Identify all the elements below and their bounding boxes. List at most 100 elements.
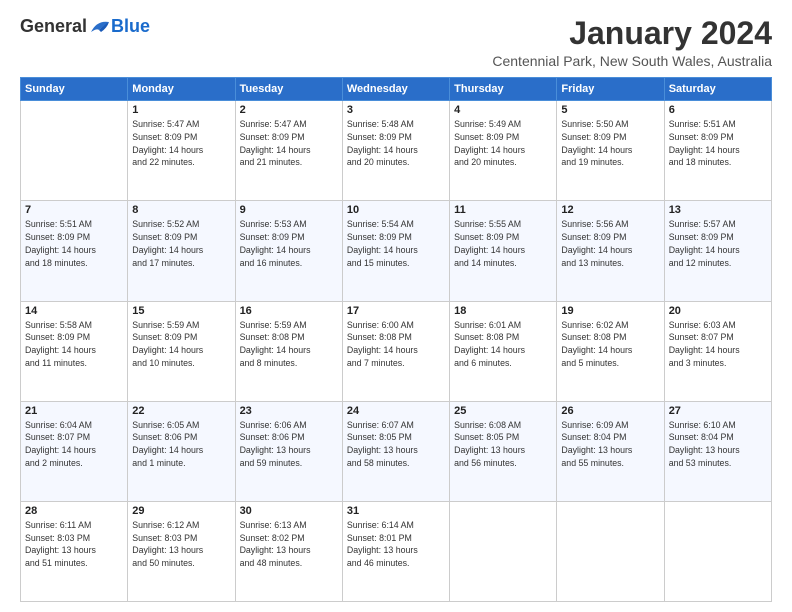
- table-row: 7 Sunrise: 5:51 AM Sunset: 8:09 PM Daylig…: [21, 201, 128, 301]
- day-number: 1: [132, 104, 230, 116]
- header: General Blue January 2024 Centennial Par…: [20, 16, 772, 69]
- table-row: [450, 501, 557, 601]
- day-number: 8: [132, 204, 230, 216]
- day-number: 24: [347, 405, 445, 417]
- day-info: Sunrise: 5:47 AM Sunset: 8:09 PM Dayligh…: [132, 118, 230, 169]
- day-info: Sunrise: 6:09 AM Sunset: 8:04 PM Dayligh…: [561, 419, 659, 470]
- table-row: 5Sunrise: 5:50 AM Sunset: 8:09 PM Daylig…: [557, 101, 664, 201]
- day-info: Sunrise: 5:49 AM Sunset: 8:09 PM Dayligh…: [454, 118, 552, 169]
- day-info: Sunrise: 5:56 AM Sunset: 8:09 PM Dayligh…: [561, 218, 659, 269]
- day-number: 20: [669, 305, 767, 317]
- logo-bird-icon: [89, 18, 111, 36]
- day-number: 16: [240, 305, 338, 317]
- day-number: 4: [454, 104, 552, 116]
- table-row: 4 Sunrise: 5:49 AM Sunset: 8:09 PM Daylig…: [450, 101, 557, 201]
- col-thursday: Thursday: [450, 78, 557, 101]
- day-info: Sunrise: 5:52 AM Sunset: 8:09 PM Dayligh…: [132, 218, 230, 269]
- table-row: 10Sunrise: 5:54 AM Sunset: 8:09 PM Dayli…: [342, 201, 449, 301]
- table-row: 19Sunrise: 6:02 AM Sunset: 8:08 PM Dayli…: [557, 301, 664, 401]
- col-friday: Friday: [557, 78, 664, 101]
- day-info: Sunrise: 5:47 AM Sunset: 8:09 PM Dayligh…: [240, 118, 338, 169]
- day-number: 7: [25, 204, 123, 216]
- day-number: 28: [25, 505, 123, 517]
- logo-blue-text: Blue: [111, 16, 150, 37]
- day-number: 15: [132, 305, 230, 317]
- day-info: Sunrise: 6:06 AM Sunset: 8:06 PM Dayligh…: [240, 419, 338, 470]
- day-number: 31: [347, 505, 445, 517]
- table-row: [557, 501, 664, 601]
- day-number: 19: [561, 305, 659, 317]
- table-row: 8 Sunrise: 5:52 AM Sunset: 8:09 PM Daylig…: [128, 201, 235, 301]
- logo-general-text: General: [20, 16, 87, 37]
- day-number: 2: [240, 104, 338, 116]
- day-number: 12: [561, 204, 659, 216]
- day-number: 9: [240, 204, 338, 216]
- month-title: January 2024: [492, 16, 772, 51]
- day-info: Sunrise: 6:03 AM Sunset: 8:07 PM Dayligh…: [669, 319, 767, 370]
- table-row: 9 Sunrise: 5:53 AM Sunset: 8:09 PM Daylig…: [235, 201, 342, 301]
- table-row: 6 Sunrise: 5:51 AM Sunset: 8:09 PM Daylig…: [664, 101, 771, 201]
- table-row: 26 Sunrise: 6:09 AM Sunset: 8:04 PM Dayli…: [557, 401, 664, 501]
- table-row: 20 Sunrise: 6:03 AM Sunset: 8:07 PM Dayli…: [664, 301, 771, 401]
- table-row: 15 Sunrise: 5:59 AM Sunset: 8:09 PM Dayli…: [128, 301, 235, 401]
- day-number: 17: [347, 305, 445, 317]
- title-block: January 2024 Centennial Park, New South …: [492, 16, 772, 69]
- table-row: 1 Sunrise: 5:47 AM Sunset: 8:09 PM Daylig…: [128, 101, 235, 201]
- calendar-week-row: 14Sunrise: 5:58 AM Sunset: 8:09 PM Dayli…: [21, 301, 772, 401]
- table-row: 22Sunrise: 6:05 AM Sunset: 8:06 PM Dayli…: [128, 401, 235, 501]
- day-info: Sunrise: 5:55 AM Sunset: 8:09 PM Dayligh…: [454, 218, 552, 269]
- day-info: Sunrise: 6:14 AM Sunset: 8:01 PM Dayligh…: [347, 519, 445, 570]
- day-info: Sunrise: 5:51 AM Sunset: 8:09 PM Dayligh…: [25, 218, 123, 269]
- day-number: 14: [25, 305, 123, 317]
- day-number: 6: [669, 104, 767, 116]
- day-info: Sunrise: 6:12 AM Sunset: 8:03 PM Dayligh…: [132, 519, 230, 570]
- day-number: 3: [347, 104, 445, 116]
- table-row: 27Sunrise: 6:10 AM Sunset: 8:04 PM Dayli…: [664, 401, 771, 501]
- page: General Blue January 2024 Centennial Par…: [0, 0, 792, 612]
- day-number: 22: [132, 405, 230, 417]
- day-info: Sunrise: 6:10 AM Sunset: 8:04 PM Dayligh…: [669, 419, 767, 470]
- col-saturday: Saturday: [664, 78, 771, 101]
- col-monday: Monday: [128, 78, 235, 101]
- calendar-header: Sunday Monday Tuesday Wednesday Thursday…: [21, 78, 772, 101]
- table-row: 16 Sunrise: 5:59 AM Sunset: 8:08 PM Dayli…: [235, 301, 342, 401]
- calendar-week-row: 21Sunrise: 6:04 AM Sunset: 8:07 PM Dayli…: [21, 401, 772, 501]
- day-number: 29: [132, 505, 230, 517]
- col-wednesday: Wednesday: [342, 78, 449, 101]
- day-info: Sunrise: 5:57 AM Sunset: 8:09 PM Dayligh…: [669, 218, 767, 269]
- day-info: Sunrise: 6:13 AM Sunset: 8:02 PM Dayligh…: [240, 519, 338, 570]
- table-row: 23Sunrise: 6:06 AM Sunset: 8:06 PM Dayli…: [235, 401, 342, 501]
- day-info: Sunrise: 6:08 AM Sunset: 8:05 PM Dayligh…: [454, 419, 552, 470]
- table-row: 11Sunrise: 5:55 AM Sunset: 8:09 PM Dayli…: [450, 201, 557, 301]
- day-info: Sunrise: 6:07 AM Sunset: 8:05 PM Dayligh…: [347, 419, 445, 470]
- table-row: 25 Sunrise: 6:08 AM Sunset: 8:05 PM Dayli…: [450, 401, 557, 501]
- calendar-body: 1 Sunrise: 5:47 AM Sunset: 8:09 PM Daylig…: [21, 101, 772, 602]
- day-info: Sunrise: 5:59 AM Sunset: 8:09 PM Dayligh…: [132, 319, 230, 370]
- table-row: [664, 501, 771, 601]
- day-info: Sunrise: 5:59 AM Sunset: 8:08 PM Dayligh…: [240, 319, 338, 370]
- calendar-week-row: 28 Sunrise: 6:11 AM Sunset: 8:03 PM Dayli…: [21, 501, 772, 601]
- day-number: 26: [561, 405, 659, 417]
- day-info: Sunrise: 5:50 AM Sunset: 8:09 PM Dayligh…: [561, 118, 659, 169]
- table-row: 29 Sunrise: 6:12 AM Sunset: 8:03 PM Dayli…: [128, 501, 235, 601]
- table-row: [21, 101, 128, 201]
- table-row: 21Sunrise: 6:04 AM Sunset: 8:07 PM Dayli…: [21, 401, 128, 501]
- table-row: 24 Sunrise: 6:07 AM Sunset: 8:05 PM Dayli…: [342, 401, 449, 501]
- calendar-week-row: 1 Sunrise: 5:47 AM Sunset: 8:09 PM Daylig…: [21, 101, 772, 201]
- table-row: 31 Sunrise: 6:14 AM Sunset: 8:01 PM Dayli…: [342, 501, 449, 601]
- day-number: 30: [240, 505, 338, 517]
- table-row: 30 Sunrise: 6:13 AM Sunset: 8:02 PM Dayli…: [235, 501, 342, 601]
- weekday-header-row: Sunday Monday Tuesday Wednesday Thursday…: [21, 78, 772, 101]
- day-info: Sunrise: 5:53 AM Sunset: 8:09 PM Dayligh…: [240, 218, 338, 269]
- day-number: 25: [454, 405, 552, 417]
- day-info: Sunrise: 6:00 AM Sunset: 8:08 PM Dayligh…: [347, 319, 445, 370]
- day-number: 10: [347, 204, 445, 216]
- day-info: Sunrise: 5:51 AM Sunset: 8:09 PM Dayligh…: [669, 118, 767, 169]
- col-tuesday: Tuesday: [235, 78, 342, 101]
- table-row: 12 Sunrise: 5:56 AM Sunset: 8:09 PM Dayli…: [557, 201, 664, 301]
- table-row: 28 Sunrise: 6:11 AM Sunset: 8:03 PM Dayli…: [21, 501, 128, 601]
- day-number: 18: [454, 305, 552, 317]
- day-info: Sunrise: 6:11 AM Sunset: 8:03 PM Dayligh…: [25, 519, 123, 570]
- day-info: Sunrise: 6:01 AM Sunset: 8:08 PM Dayligh…: [454, 319, 552, 370]
- table-row: 18 Sunrise: 6:01 AM Sunset: 8:08 PM Dayli…: [450, 301, 557, 401]
